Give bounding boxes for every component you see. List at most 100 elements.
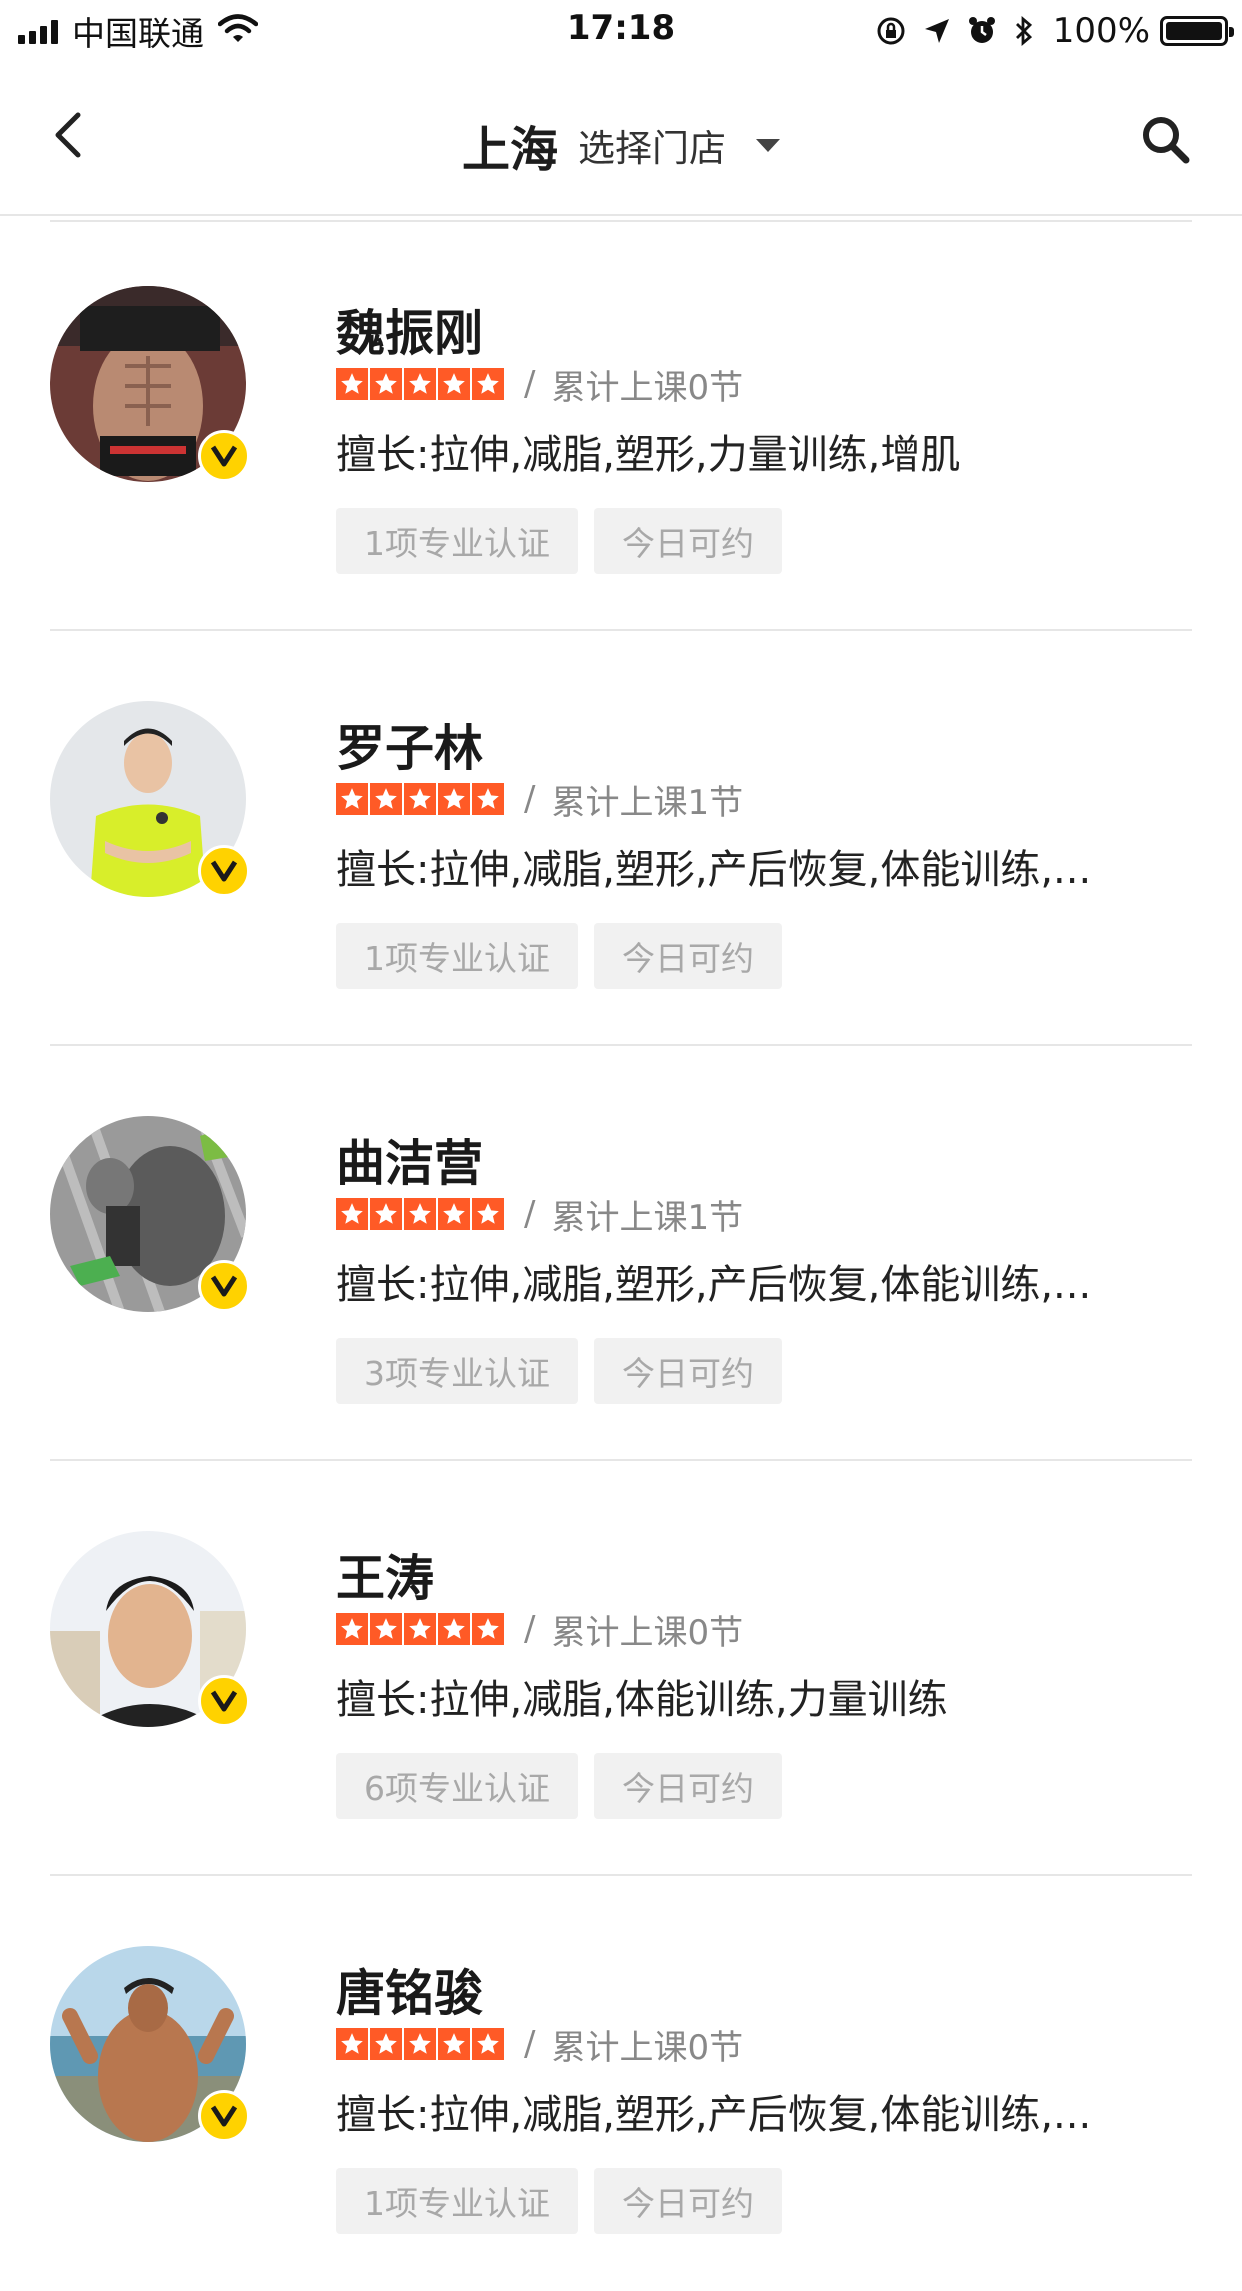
star-icon [438, 368, 470, 400]
rating-row: / 累计上课1节 [336, 779, 743, 823]
store-select-label: 选择门店 [578, 127, 726, 170]
star-rating [336, 783, 506, 815]
city-label: 上海 [461, 122, 558, 178]
star-icon [438, 2028, 470, 2060]
star-rating [336, 1613, 506, 1645]
verified-v-badge [198, 845, 250, 897]
alarm-icon [967, 16, 997, 46]
tag-list: 6项专业认证 今日可约 [336, 1753, 798, 1819]
lesson-count: 累计上课0节 [551, 367, 744, 408]
star-icon [472, 368, 504, 400]
availability-tag: 今日可约 [594, 508, 782, 574]
separator: / [524, 1609, 536, 1649]
certification-tag: 3项专业认证 [336, 1338, 578, 1404]
star-icon [404, 1198, 436, 1230]
star-icon [472, 1613, 504, 1645]
orientation-lock-icon [875, 15, 907, 47]
certification-tag: 1项专业认证 [336, 508, 578, 574]
nav-bar: 上海 选择门店 [0, 62, 1242, 216]
avatar [50, 286, 250, 482]
coach-name: 唐铭骏 [336, 1965, 484, 2022]
star-icon [438, 1198, 470, 1230]
specialty-text: 擅长:拉伸,减脂,塑形,力量训练,增肌 [336, 432, 961, 478]
coach-list-item[interactable]: 王涛 / 累计上课0节 擅长:拉伸,减脂,体能训练,力量训练 6项专业认证 今日… [0, 1461, 1242, 1876]
avatar [50, 701, 250, 897]
lesson-count: 累计上课0节 [551, 2027, 744, 2068]
certification-tag: 6项专业认证 [336, 1753, 578, 1819]
tag-list: 1项专业认证 今日可约 [336, 508, 798, 574]
star-icon [336, 1613, 368, 1645]
availability-tag: 今日可约 [594, 1753, 782, 1819]
star-icon [404, 2028, 436, 2060]
star-rating [336, 368, 506, 400]
availability-tag: 今日可约 [594, 2168, 782, 2234]
specialty-text: 擅长:拉伸,减脂,体能训练,力量训练 [336, 1677, 948, 1723]
lesson-count: 累计上课1节 [551, 1197, 744, 1238]
availability-tag: 今日可约 [594, 923, 782, 989]
status-bar: 中国联通 17:18 100% [0, 0, 1242, 62]
coach-list-item[interactable]: 曲洁营 / 累计上课1节 擅长:拉伸,减脂,塑形,产后恢复,体能训练,... 3… [0, 1046, 1242, 1461]
coach-name: 魏振刚 [336, 305, 484, 362]
star-icon [404, 783, 436, 815]
store-selector[interactable]: 上海 选择门店 [0, 110, 1242, 180]
search-button[interactable] [1140, 114, 1192, 166]
location-icon [923, 17, 951, 45]
avatar [50, 1531, 250, 1727]
verified-v-badge [198, 430, 250, 482]
star-rating [336, 2028, 506, 2060]
certification-tag: 1项专业认证 [336, 923, 578, 989]
star-icon [370, 1198, 402, 1230]
separator: / [524, 2024, 536, 2064]
battery-icon [1160, 16, 1234, 46]
caret-down-icon [756, 138, 780, 152]
coach-list-item[interactable]: 魏振刚 / 累计上课0节 擅长:拉伸,减脂,塑形,力量训练,增肌 1项专业认证 … [0, 216, 1242, 631]
verified-v-badge [198, 2090, 250, 2142]
specialty-text: 擅长:拉伸,减脂,塑形,产后恢复,体能训练,... [336, 847, 1092, 893]
star-icon [472, 1198, 504, 1230]
tag-list: 1项专业认证 今日可约 [336, 2168, 798, 2234]
rating-row: / 累计上课0节 [336, 2024, 743, 2068]
rating-row: / 累计上课0节 [336, 1609, 743, 1653]
coach-name: 曲洁营 [336, 1135, 484, 1192]
star-icon [370, 368, 402, 400]
status-right: 100% [859, 10, 1234, 52]
star-icon [404, 368, 436, 400]
star-icon [336, 783, 368, 815]
rating-row: / 累计上课1节 [336, 1194, 743, 1238]
verified-v-badge [198, 1260, 250, 1312]
star-rating [336, 1198, 506, 1230]
coach-name: 罗子林 [336, 720, 484, 777]
star-icon [370, 2028, 402, 2060]
specialty-text: 擅长:拉伸,减脂,塑形,产后恢复,体能训练,... [336, 2092, 1092, 2138]
star-icon [404, 1613, 436, 1645]
rating-row: / 累计上课0节 [336, 364, 743, 408]
certification-tag: 1项专业认证 [336, 2168, 578, 2234]
search-icon [1143, 117, 1190, 164]
star-icon [336, 1198, 368, 1230]
lesson-count: 累计上课1节 [551, 782, 744, 823]
bluetooth-icon [1013, 15, 1035, 47]
star-icon [336, 368, 368, 400]
battery-percent: 100% [1052, 11, 1150, 51]
avatar [50, 1116, 250, 1312]
avatar [50, 1946, 250, 2142]
availability-tag: 今日可约 [594, 1338, 782, 1404]
star-icon [336, 2028, 368, 2060]
coach-list-item[interactable]: 罗子林 / 累计上课1节 擅长:拉伸,减脂,塑形,产后恢复,体能训练,... 1… [0, 631, 1242, 1046]
separator: / [524, 364, 536, 404]
star-icon [472, 2028, 504, 2060]
star-icon [472, 783, 504, 815]
star-icon [370, 1613, 402, 1645]
verified-v-badge [198, 1675, 250, 1727]
tag-list: 3项专业认证 今日可约 [336, 1338, 798, 1404]
star-icon [370, 783, 402, 815]
lesson-count: 累计上课0节 [551, 1612, 744, 1653]
coach-name: 王涛 [336, 1550, 435, 1607]
star-icon [438, 1613, 470, 1645]
specialty-text: 擅长:拉伸,减脂,塑形,产后恢复,体能训练,... [336, 1262, 1092, 1308]
tag-list: 1项专业认证 今日可约 [336, 923, 798, 989]
separator: / [524, 1194, 536, 1234]
coach-list-item[interactable]: 唐铭骏 / 累计上课0节 擅长:拉伸,减脂,塑形,产后恢复,体能训练,... 1… [0, 1876, 1242, 2291]
separator: / [524, 779, 536, 819]
star-icon [438, 783, 470, 815]
